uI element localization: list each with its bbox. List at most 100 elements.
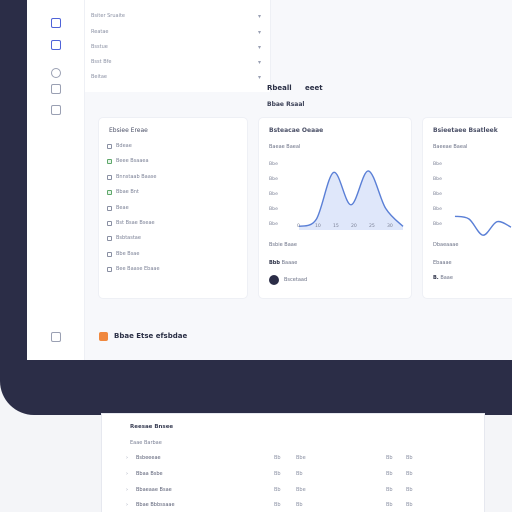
nav-item[interactable]: Reatae ▾ [91, 25, 261, 39]
info-icon[interactable] [51, 68, 61, 78]
item-icon [107, 143, 112, 149]
y-tick-label: Bbe [269, 222, 278, 227]
icon-rail [27, 0, 85, 360]
row-cell: Bb [406, 487, 413, 493]
list-item-label: Bsbtastae [116, 235, 141, 241]
chart-footer: Dbaeaaae [433, 242, 459, 248]
nav-item-label: Bsstue [91, 44, 108, 50]
app-screen: Bsiter Sruaite ▾ Reatae ▾ Bsstue ▾ Bsst … [27, 0, 512, 360]
row-name: Bbaa Bsbe [136, 471, 163, 477]
y-tick-label: Bbe [269, 207, 278, 212]
line-chart [298, 170, 404, 230]
footer-value: Baae [440, 275, 453, 281]
item-icon [107, 266, 112, 272]
nav-item[interactable]: Bsiter Sruaite ▾ [91, 9, 261, 23]
list-item[interactable]: Bbe Bsae [107, 248, 139, 260]
chart-footer: Bbb Baaae [269, 260, 297, 266]
status-label: Bbae Etse efsbdae [114, 332, 188, 340]
row-cell: Bb [406, 502, 413, 508]
dashboard-icon[interactable] [51, 40, 61, 50]
y-tick-label: Bbe [269, 192, 278, 197]
row-bullet-icon: › [126, 455, 128, 461]
chart-legend: Baeeae Baeal [433, 144, 468, 150]
nav-item[interactable]: Beitae ▾ [91, 70, 261, 84]
x-tick-label: 30 [387, 224, 393, 229]
list-item-label: Beae [116, 205, 129, 211]
list-item[interactable]: Bsbtastae [107, 232, 141, 244]
table-title: Reesae Bnsee [130, 424, 174, 430]
alert-icon [99, 331, 108, 341]
list-card-title: Ebsiee Ereae [109, 127, 148, 134]
item-icon [107, 235, 112, 241]
chevron-down-icon: ▾ [257, 43, 261, 51]
item-icon [107, 189, 112, 195]
chart-card-title: Bsteacae Oeaae [269, 127, 324, 134]
item-icon [107, 174, 112, 180]
settings-icon[interactable] [51, 332, 61, 342]
list-item-label: Beee Bsaaea [116, 158, 149, 164]
list-item[interactable]: Bbae Bnt [107, 186, 139, 198]
nav-item[interactable]: Bsst Bfe ▾ [91, 55, 261, 69]
row-cell: Bb [406, 471, 413, 477]
chart-card-title: Bsieetaee Bsatleek [433, 127, 498, 134]
y-tick-label: Bbe [433, 207, 442, 212]
list-card: Ebsiee Ereae Bdeae Beee Bsaaea Bnnstaab … [99, 118, 247, 298]
item-icon [107, 158, 112, 164]
list-item-label: Bdeae [116, 143, 132, 149]
section-subtitle: Bbae Rsaal [267, 101, 305, 108]
table-row[interactable]: › Bbae Bbbssaae Bb Bb Bb Bb [126, 499, 456, 512]
chart-card: Bsieetaee Bsatleek Baeeae Baeal Bbe Bbe Bb… [423, 118, 512, 298]
row-cell: Bb [386, 471, 393, 477]
photo-scene: Bsiter Sruaite ▾ Reatae ▾ Bsstue ▾ Bsst … [0, 0, 512, 512]
row-cell: Bb [386, 455, 393, 461]
x-tick-label: 10 [315, 224, 321, 229]
row-bullet-icon: › [126, 487, 128, 493]
row-name: Bbaeaae Bsae [136, 487, 172, 493]
x-tick-label: 15 [333, 224, 339, 229]
list-item[interactable]: Bee Baase Ebaae [107, 263, 160, 275]
list-item[interactable]: Bnnstaab Baase [107, 171, 156, 183]
list-item[interactable]: Beee Bsaaea [107, 155, 149, 167]
line-chart [454, 215, 512, 236]
item-icon [107, 205, 112, 211]
list-item-label: Bbae Bnt [116, 189, 139, 195]
list-item[interactable]: Bst Bsae Bseae [107, 217, 155, 229]
y-tick-label: Bbe [433, 177, 442, 182]
row-bullet-icon: › [126, 471, 128, 477]
chart-card: Bsteacae Oeaae Baeae Baeal Bbe Bbe Bbe Bbe B… [259, 118, 411, 298]
row-cell: Bb [274, 455, 281, 461]
document-icon[interactable] [51, 105, 61, 115]
footer-user: Bscetaad [284, 277, 308, 283]
table-row[interactable]: › Bbaeaae Bsae Bb Bbe Bb Bb [126, 484, 456, 498]
chart-footer: Bscetaad [269, 275, 307, 285]
chart-legend: Baeae Baeal [269, 144, 301, 150]
row-name: Bbae Bbbssaae [136, 502, 175, 508]
chevron-down-icon: ▾ [257, 73, 261, 81]
row-name: Bsbeeeae [136, 455, 161, 461]
y-tick-label: Bbe [269, 162, 278, 167]
list-item-label: Bnnstaab Baase [116, 174, 157, 180]
chart-footer: Bsbie Baae [269, 242, 297, 248]
x-tick-label: 20 [351, 224, 357, 229]
x-tick-label: 0 [297, 224, 300, 229]
y-tick-label: Bbe [433, 192, 442, 197]
row-cell: Bb [274, 487, 281, 493]
y-tick-label: Bbe [269, 177, 278, 182]
list-item-label: Bee Baase Ebaae [116, 266, 160, 272]
nav-item-label: Reatae [91, 29, 109, 35]
nav-item[interactable]: Bsstue ▾ [91, 40, 261, 54]
row-cell: Bb [274, 471, 281, 477]
nav-item-label: Bsiter Sruaite [91, 13, 125, 19]
footer-badge: Bbb [269, 260, 280, 266]
table-row[interactable]: › Bsbeeeae Bb Bbe Bb Bb [126, 452, 456, 466]
page-title: Rbeall [267, 84, 292, 92]
table-header: Eaae Barbae [130, 440, 162, 446]
list-item[interactable]: Beae [107, 202, 129, 214]
nav-item-label: Beitae [91, 74, 107, 80]
home-icon[interactable] [51, 18, 61, 28]
list-item[interactable]: Bdeae [107, 140, 132, 152]
chat-icon[interactable] [51, 84, 61, 94]
table-row[interactable]: › Bbaa Bsbe Bb Bb Bb Bb [126, 468, 456, 482]
avatar[interactable] [269, 275, 279, 285]
row-cell: Bb [406, 455, 413, 461]
